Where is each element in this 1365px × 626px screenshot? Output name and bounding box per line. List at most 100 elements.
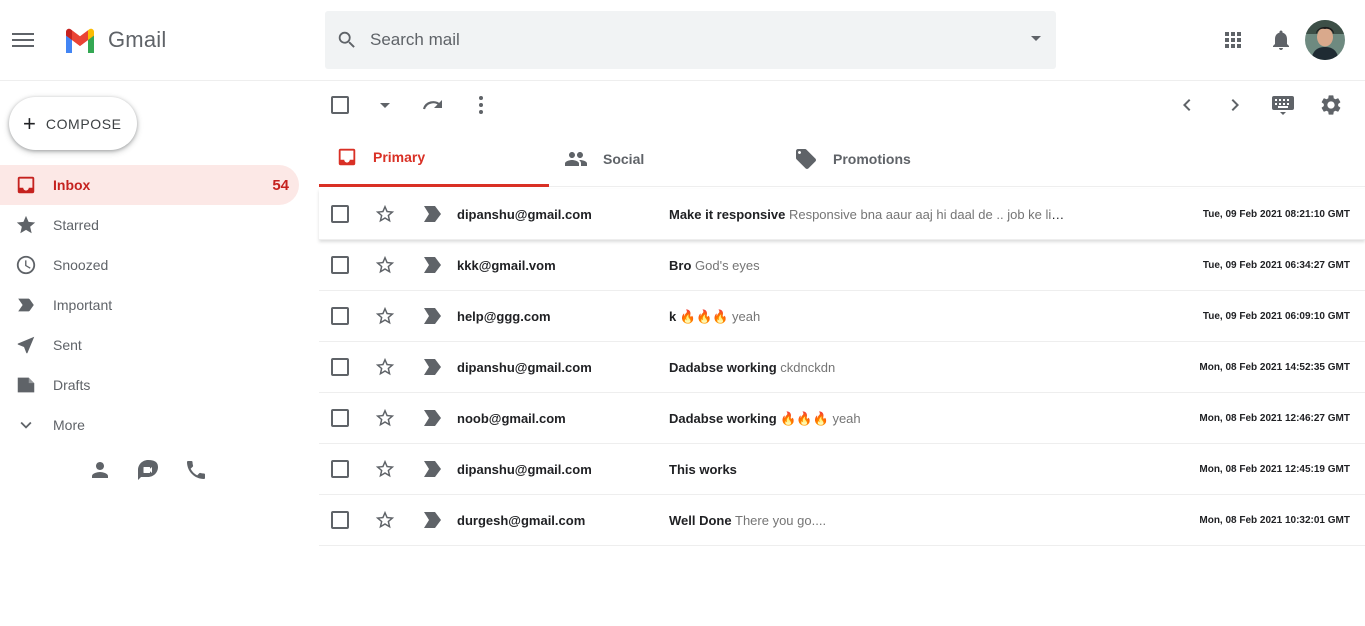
email-sender: noob@gmail.com (457, 411, 566, 426)
sidebar-item-label: Starred (53, 217, 99, 233)
row-checkbox[interactable] (331, 511, 349, 529)
email-snippet: God's eyes (695, 258, 760, 273)
email-row[interactable]: noob@gmail.com Dadabse working 🔥🔥🔥 yeah … (319, 393, 1365, 444)
email-date: Mon, 08 Feb 2021 12:46:27 GMT (1199, 413, 1350, 424)
select-all-checkbox[interactable] (331, 96, 349, 114)
email-subject: Dadabse working (669, 360, 777, 375)
people-icon (565, 151, 587, 166)
refresh-icon[interactable] (421, 93, 445, 117)
more-vert-icon[interactable] (469, 93, 493, 117)
chevron-left-icon[interactable] (1175, 93, 1199, 117)
email-date: Tue, 09 Feb 2021 06:34:27 GMT (1202, 260, 1350, 271)
inbox-icon (338, 148, 356, 166)
tab-promotions[interactable]: Promotions (794, 130, 1034, 187)
main-menu-button[interactable] (8, 25, 38, 55)
email-date: Tue, 09 Feb 2021 06:09:10 GMT (1202, 311, 1350, 322)
sidebar-item-label: Snoozed (53, 257, 109, 273)
email-row[interactable]: help@ggg.com k 🔥🔥🔥 yeah Tue, 09 Feb 2021… (319, 291, 1365, 342)
email-preview: Make it responsive Responsive bna aaur a… (669, 207, 1069, 222)
email-snippet: yeah (832, 411, 861, 426)
search-options-dropdown-icon[interactable] (1030, 35, 1042, 43)
star-outline-icon[interactable] (374, 509, 396, 531)
video-call-icon[interactable] (136, 458, 160, 482)
sidebar-footer (88, 458, 232, 482)
sidebar-item-more[interactable]: More (0, 405, 299, 445)
email-date: Mon, 08 Feb 2021 14:52:35 GMT (1199, 362, 1350, 373)
email-preview: Bro God's eyes (669, 258, 760, 273)
star-outline-icon[interactable] (374, 254, 396, 276)
draft-icon (17, 377, 35, 393)
star-outline-icon[interactable] (374, 305, 396, 327)
settings-gear-icon[interactable] (1319, 93, 1343, 117)
gmail-m-icon (66, 28, 94, 53)
email-preview: k 🔥🔥🔥 yeah (669, 309, 760, 325)
person-icon[interactable] (88, 458, 112, 482)
sidebar-item-label: Sent (53, 337, 82, 353)
tag-icon (796, 148, 816, 169)
gmail-logo[interactable]: Gmail (64, 27, 166, 53)
notifications-bell-icon[interactable] (1269, 28, 1293, 52)
sidebar-item-drafts[interactable]: Drafts (0, 365, 299, 405)
sidebar-item-sent[interactable]: Sent (0, 325, 299, 365)
search-bar[interactable] (325, 11, 1056, 69)
sidebar-item-inbox[interactable]: Inbox 54 (0, 165, 299, 205)
keyboard-icon[interactable] (1271, 93, 1295, 117)
email-preview: Dadabse working ckdnckdn (669, 360, 835, 375)
email-subject: This works (669, 462, 737, 477)
label-important-icon[interactable] (423, 205, 443, 223)
sidebar-item-starred[interactable]: Starred (0, 205, 299, 245)
label-important-icon (18, 298, 34, 312)
email-date: Mon, 08 Feb 2021 10:32:01 GMT (1199, 515, 1350, 526)
tab-label: Primary (373, 149, 426, 165)
tab-primary[interactable]: Primary (319, 130, 549, 187)
email-row[interactable]: kkk@gmail.vom Bro God's eyes Tue, 09 Feb… (319, 240, 1365, 291)
label-important-icon[interactable] (423, 409, 443, 427)
star-outline-icon[interactable] (374, 356, 396, 378)
chevron-right-icon[interactable] (1223, 93, 1247, 117)
label-important-icon[interactable] (423, 307, 443, 325)
label-important-icon[interactable] (423, 256, 443, 274)
label-important-icon[interactable] (423, 358, 443, 376)
email-snippet: yeah (732, 309, 761, 324)
user-avatar[interactable] (1305, 20, 1345, 60)
email-preview: This works (669, 462, 737, 477)
search-input[interactable] (370, 30, 990, 50)
label-important-icon[interactable] (423, 460, 443, 478)
compose-button[interactable]: + COMPOSE (9, 97, 137, 150)
email-row[interactable]: durgesh@gmail.com Well Done There you go… (319, 495, 1365, 546)
sidebar-item-label: Inbox (53, 177, 91, 193)
apps-grid-icon[interactable] (1221, 28, 1245, 52)
row-checkbox[interactable] (331, 307, 349, 325)
email-row[interactable]: dipanshu@gmail.com This works Mon, 08 Fe… (319, 444, 1365, 495)
label-important-icon[interactable] (423, 511, 443, 529)
tab-social[interactable]: Social (564, 130, 784, 187)
top-header: Gmail (0, 0, 1365, 81)
row-checkbox[interactable] (331, 409, 349, 427)
phone-icon[interactable] (184, 458, 208, 482)
email-sender: dipanshu@gmail.com (457, 207, 592, 222)
row-checkbox[interactable] (331, 460, 349, 478)
email-row[interactable]: dipanshu@gmail.com Make it responsive Re… (319, 189, 1365, 240)
row-checkbox[interactable] (331, 358, 349, 376)
inbox-icon (17, 176, 35, 194)
row-checkbox[interactable] (331, 256, 349, 274)
star-outline-icon[interactable] (374, 407, 396, 429)
clock-icon (16, 255, 36, 275)
star-outline-icon[interactable] (374, 458, 396, 480)
star-outline-icon[interactable] (374, 203, 396, 225)
sidebar-item-important[interactable]: Important (0, 285, 299, 325)
email-row[interactable]: dipanshu@gmail.com Dadabse working ckdnc… (319, 342, 1365, 393)
unread-count-badge: 54 (272, 176, 289, 194)
sidebar-item-snoozed[interactable]: Snoozed (0, 245, 299, 285)
email-list: dipanshu@gmail.com Make it responsive Re… (319, 189, 1365, 546)
category-tabs: Primary Social Promotions (319, 130, 1365, 187)
search-icon[interactable] (336, 29, 358, 51)
email-sender: dipanshu@gmail.com (457, 360, 592, 375)
email-snippet: Responsive bna aaur aaj hi daal de .. jo… (788, 207, 1069, 222)
sidebar-item-label: More (53, 417, 85, 433)
row-checkbox[interactable] (331, 205, 349, 223)
hamburger-menu-icon (12, 33, 34, 47)
compose-label: COMPOSE (45, 115, 122, 132)
sidebar-item-label: Important (53, 297, 113, 313)
select-options-dropdown-icon[interactable] (373, 93, 397, 117)
